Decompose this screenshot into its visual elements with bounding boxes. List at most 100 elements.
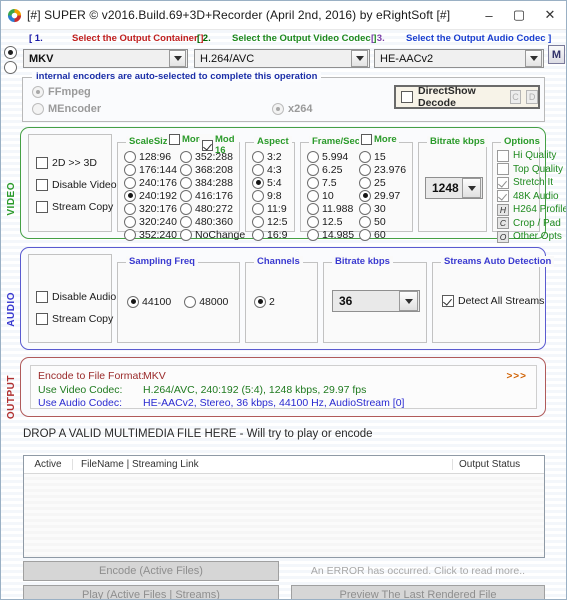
video-bitrate-value: 1248 xyxy=(432,181,459,195)
scalesize-option-320-176[interactable]: 320:176 xyxy=(124,202,177,215)
sampling-option-44100[interactable]: 44100 xyxy=(127,295,171,308)
sampling-freq-options[interactable]: 44100 48000 xyxy=(127,295,228,308)
scalesize-option-384-288[interactable]: 384:288 xyxy=(180,176,245,189)
chevron-down-icon[interactable] xyxy=(525,50,542,67)
aspect-option-4-3[interactable]: 4:3 xyxy=(252,163,287,176)
output-audio-codec-select[interactable]: HE-AACv2 xyxy=(374,49,544,68)
checkbox-detect-all-streams[interactable]: Detect All Streams xyxy=(442,295,544,307)
framerate-option-14-985[interactable]: 14.985 xyxy=(307,228,354,241)
scalesize-option-320-240[interactable]: 320:240 xyxy=(124,215,177,228)
video-option-other-opts[interactable]: O Other Opts xyxy=(497,230,566,244)
video-options-list[interactable]: Hi Quality Top Quality Stretch It 48K Audio… xyxy=(497,149,566,244)
directshow-d-button[interactable]: D xyxy=(526,90,539,104)
checkbox-disable-video[interactable]: Disable Video xyxy=(36,179,117,191)
video-option-hi-quality[interactable]: Hi Quality xyxy=(497,149,566,163)
maximize-button[interactable]: ▢ xyxy=(504,1,534,30)
directshow-c-button[interactable]: C xyxy=(509,90,522,104)
output-summary-box: Encode to File Format: MKV Use Video Cod… xyxy=(30,365,537,409)
mode-radio-encode[interactable] xyxy=(4,46,17,59)
scalesize-option-240-192[interactable]: 240:192 xyxy=(124,189,177,202)
audio-bitrate-select[interactable]: 36 xyxy=(332,290,420,312)
framerate-column-2[interactable]: 15 23.976 25 29.97 30 50 60 xyxy=(359,150,406,241)
title-bar: [#] SUPER © v2016.Build.69+3D+Recorder (… xyxy=(1,1,566,30)
file-list[interactable]: Active FileName | Streaming Link Output … xyxy=(23,455,545,558)
video-option-48k-audio[interactable]: 48K Audio xyxy=(497,190,566,204)
file-list-body[interactable] xyxy=(24,474,544,557)
checkbox-icon xyxy=(36,157,48,169)
scalesize-option-368-208[interactable]: 368:208 xyxy=(180,163,245,176)
encoder-radio-x264[interactable]: x264 xyxy=(272,103,312,115)
framerate-option-10[interactable]: 10 xyxy=(307,189,354,202)
minimize-button[interactable]: – xyxy=(474,1,504,30)
error-message[interactable]: An ERROR has occurred. Click to read mor… xyxy=(291,561,545,581)
scalesize-option-352-288[interactable]: 352:288 xyxy=(180,150,245,163)
framerate-option-15[interactable]: 15 xyxy=(359,150,406,163)
framerate-option-23-976[interactable]: 23.976 xyxy=(359,163,406,176)
video-option-h264-profile[interactable]: H H264 Profile xyxy=(497,203,566,217)
directshow-checkbox[interactable] xyxy=(401,91,413,103)
play-button[interactable]: Play (Active Files | Streams) xyxy=(23,585,279,599)
checkbox-video-stream-copy[interactable]: Stream Copy xyxy=(36,201,117,213)
aspect-option-9-8[interactable]: 9:8 xyxy=(252,189,287,202)
mode-radio-group[interactable] xyxy=(4,46,22,76)
aspect-option-3-2[interactable]: 3:2 xyxy=(252,150,287,163)
scalesize-option-480-360[interactable]: 480:360 xyxy=(180,215,245,228)
sampling-option-48000[interactable]: 48000 xyxy=(184,295,228,308)
scalesize-option-176-144[interactable]: 176:144 xyxy=(124,163,177,176)
checkbox-2d-to-3d[interactable]: 2D >> 3D xyxy=(36,157,117,169)
mode-radio-record[interactable] xyxy=(4,61,17,74)
scalesize-option-nochange[interactable]: NoChange xyxy=(180,228,245,241)
close-button[interactable]: ✕ xyxy=(534,1,566,30)
aspect-options[interactable]: 3:2 4:3 5:4 9:8 11:9 12:5 16:9 xyxy=(252,150,287,241)
chevron-down-icon[interactable] xyxy=(462,178,481,198)
framerate-option-50[interactable]: 50 xyxy=(359,215,406,228)
directshow-label: DirectShow Decode xyxy=(418,85,476,109)
chevron-down-icon[interactable] xyxy=(351,50,368,67)
aspect-option-11-9[interactable]: 11:9 xyxy=(252,202,287,215)
framerate-option-5-994[interactable]: 5.994 xyxy=(307,150,354,163)
scalesize-option-128-96[interactable]: 128:96 xyxy=(124,150,177,163)
video-option-crop-pad[interactable]: C Crop / Pad xyxy=(497,217,566,231)
scalesize-option-352-240[interactable]: 352:240 xyxy=(124,228,177,241)
option-label: 14.985 xyxy=(322,228,355,241)
encoder-radio-ffmpeg[interactable]: FFmpeg xyxy=(32,86,91,98)
framerate-option-6-25[interactable]: 6.25 xyxy=(307,163,354,176)
framerate-option-12-5[interactable]: 12.5 xyxy=(307,215,354,228)
framerate-option-30[interactable]: 30 xyxy=(359,202,406,215)
scalesize-column-1[interactable]: 128:96 176:144 240:176 240:192 320:176 320:24… xyxy=(124,150,177,241)
option-label: 29.97 xyxy=(374,189,401,202)
output-section: Encode to File Format: MKV Use Video Cod… xyxy=(20,357,546,417)
framerate-column-1[interactable]: 5.994 6.25 7.5 10 11.988 12.5 14.985 xyxy=(307,150,354,241)
checkbox-disable-audio[interactable]: Disable Audio xyxy=(36,291,116,303)
channels-options[interactable]: 2 xyxy=(254,295,275,308)
framerate-option-11-988[interactable]: 11.988 xyxy=(307,202,354,215)
framerate-option-29-97[interactable]: 29.97 xyxy=(359,189,406,202)
framerate-option-7-5[interactable]: 7.5 xyxy=(307,176,354,189)
aspect-option-5-4[interactable]: 5:4 xyxy=(252,176,287,189)
output-video-codec-select[interactable]: H.264/AVC xyxy=(194,49,370,68)
scalesize-option-480-272[interactable]: 480:272 xyxy=(180,202,245,215)
chevron-down-icon[interactable] xyxy=(399,291,418,311)
framerate-option-60[interactable]: 60 xyxy=(359,228,406,241)
chevron-down-icon[interactable] xyxy=(169,50,186,67)
aspect-option-12-5[interactable]: 12:5 xyxy=(252,215,287,228)
output-container-select[interactable]: MKV xyxy=(23,49,188,68)
scalesize-option-416-176[interactable]: 416:176 xyxy=(180,189,245,202)
video-bitrate-select[interactable]: 1248 xyxy=(425,177,483,199)
checkbox-audio-stream-copy[interactable]: Stream Copy xyxy=(36,313,116,325)
preview-button[interactable]: Preview The Last Rendered File xyxy=(291,585,545,599)
framerate-option-25[interactable]: 25 xyxy=(359,176,406,189)
video-option-stretch-it[interactable]: Stretch It xyxy=(497,176,566,190)
encode-button[interactable]: Encode (Active Files) xyxy=(23,561,279,581)
internal-encoders-caption: internal encoders are auto-selected to c… xyxy=(32,71,322,82)
menu-button[interactable]: M xyxy=(548,45,565,64)
aspect-option-16-9[interactable]: 16:9 xyxy=(252,228,287,241)
scalesize-column-2[interactable]: 352:288 368:208 384:288 416:176 480:272 480:3… xyxy=(180,150,245,241)
encoder-radio-mencoder[interactable]: MEncoder xyxy=(32,103,101,115)
output-arrows-icon[interactable]: >>> xyxy=(506,371,527,382)
video-option-top-quality[interactable]: Top Quality xyxy=(497,163,566,177)
directshow-decode-box[interactable]: DirectShow Decode C D xyxy=(394,85,540,109)
scalesize-option-240-176[interactable]: 240:176 xyxy=(124,176,177,189)
channels-option-2[interactable]: 2 xyxy=(254,295,275,308)
framerate-more-toggle[interactable]: More xyxy=(359,134,399,145)
